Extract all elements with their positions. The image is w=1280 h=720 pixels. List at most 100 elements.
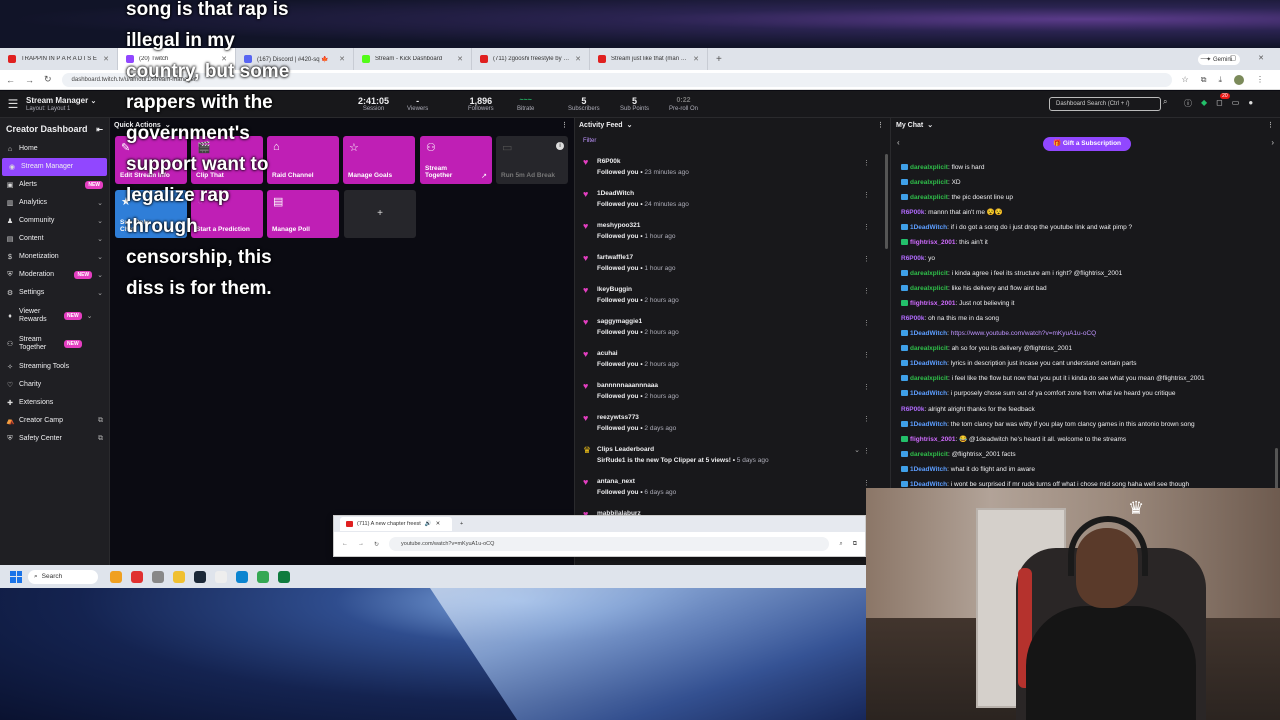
new-tab-button[interactable]: + — [708, 54, 730, 65]
chevron-down-icon[interactable]: ⌄ — [627, 121, 633, 129]
windows-start-icon[interactable] — [10, 570, 22, 583]
chat-username[interactable]: 1DeadWitch — [910, 330, 947, 337]
taskbar-app-icon[interactable] — [152, 570, 164, 583]
sidebar-item-streaming-tools[interactable]: ✧ Streaming Tools — [0, 358, 109, 376]
search-icon[interactable]: ⌕ — [1163, 97, 1175, 111]
browser-tab[interactable]: Stream just like that (man - 100 ✕ — [590, 48, 708, 70]
sidebar-item-viewer-rewards[interactable]: ♦ Viewer Rewards NEW ⌄ — [0, 302, 109, 330]
activity-feed-item[interactable]: ♥ R6P00k Followed you • 23 minutes ago ⋮ — [575, 154, 890, 186]
taskbar-app-icon[interactable] — [236, 570, 248, 583]
item-menu-icon[interactable]: ⋮ — [863, 383, 870, 391]
youtube-tab[interactable]: (711) A new chapter freest 🔊 ✕ — [340, 517, 452, 531]
sidebar-item-analytics[interactable]: ▥ Analytics ⌄ — [0, 194, 109, 212]
chevron-left-icon[interactable]: ‹ — [897, 138, 900, 147]
chat-username[interactable]: 1DeadWitch — [910, 481, 947, 488]
chat-link[interactable]: https://www.youtube.com/watch?v=mKyuA1u-… — [951, 330, 1096, 337]
item-menu-icon[interactable]: ⋮ — [863, 255, 870, 263]
chat-username[interactable]: darealxplicit — [910, 451, 948, 458]
item-menu-icon[interactable]: ⋮ — [863, 351, 870, 359]
new-tab-button[interactable]: + — [460, 521, 463, 527]
sidebar-item-safety-center[interactable]: ⛨ Safety Center ⧉ — [0, 430, 109, 448]
clips-leaderboard-item[interactable]: ♛ Clips Leaderboard SirRude1 is the new To… — [575, 442, 890, 474]
scrollbar[interactable] — [885, 154, 888, 249]
downloads-icon[interactable]: ⤓ — [1218, 75, 1222, 85]
close-icon[interactable]: ✕ — [436, 521, 441, 527]
chat-username[interactable]: 1DeadWitch — [910, 466, 947, 473]
panel-menu-icon[interactable]: ⋮ — [877, 121, 884, 129]
window-controls[interactable]: — ▢ ✕ — [1201, 48, 1274, 70]
taskbar-app-icon[interactable] — [131, 570, 143, 583]
taskbar-app-icon[interactable] — [215, 570, 227, 583]
chat-username[interactable]: 1DeadWitch — [910, 360, 947, 367]
item-menu-icon[interactable]: ⋮ — [863, 415, 870, 423]
extensions-icon[interactable]: ⧉ — [1201, 75, 1207, 85]
item-menu-icon[interactable]: ⋮ — [863, 447, 870, 455]
activity-feed-item[interactable]: ♥ bannnnnaaannnaaa Followed you • 2 hours … — [575, 378, 890, 410]
taskbar-app-icon[interactable] — [278, 570, 290, 583]
add-quick-action-button[interactable]: + — [344, 190, 416, 238]
item-menu-icon[interactable]: ⋮ — [863, 191, 870, 199]
forward-icon[interactable]: → — [25, 75, 34, 85]
close-icon[interactable]: ✕ — [103, 55, 109, 63]
chat-username[interactable]: R6P00k — [901, 406, 925, 413]
stream-manager-switcher[interactable]: Stream Manager ⌄ Layout: Layout 1 — [26, 96, 96, 112]
chevron-down-icon[interactable]: ⌄ — [927, 121, 933, 129]
chat-username[interactable]: R6P00k — [901, 209, 925, 216]
activity-feed-item[interactable]: ♥ antana_next Followed you • 6 days ago ⋮ — [575, 474, 890, 506]
sidebar-item-stream-manager[interactable]: ◉ Stream Manager — [2, 158, 107, 176]
quick-action-manage-goals[interactable]: ☆ Manage Goals — [343, 136, 415, 184]
activity-feed-item[interactable]: ♥ 1DeadWitch Followed you • 24 minutes ago… — [575, 186, 890, 218]
youtube-url-field[interactable]: youtube.com/watch?v=mKyuA1u-oCQ — [389, 537, 830, 551]
taskbar-app-icon[interactable] — [194, 570, 206, 583]
item-menu-icon[interactable]: ⋮ — [863, 287, 870, 295]
back-icon[interactable]: ← — [6, 75, 15, 85]
activity-feed-item[interactable]: ♥ acuhai Followed you • 2 hours ago ⋮ — [575, 346, 890, 378]
chat-username[interactable]: R6P00k — [901, 315, 925, 322]
item-menu-icon[interactable]: ⋮ — [863, 319, 870, 327]
chat-username[interactable]: 1DeadWitch — [910, 224, 947, 231]
panel-menu-icon[interactable]: ⋮ — [1267, 121, 1274, 129]
activity-feed-item[interactable]: ♥ fartwaffle17 Followed you • 1 hour ago ⋮ — [575, 250, 890, 282]
collapse-sidebar-icon[interactable]: ⇤ — [96, 125, 103, 134]
browser-tab[interactable]: TRAPPIN IN P A R A D I S E ✕ — [0, 48, 118, 70]
chat-username[interactable]: flightrisx_2001 — [910, 239, 956, 246]
gift-subscription-button[interactable]: 🎁 Gift a Subscription — [1043, 137, 1131, 151]
gem-icon[interactable]: ◆ — [1201, 98, 1207, 109]
dashboard-search-input[interactable]: Dashboard Search (Ctrl + /) — [1049, 97, 1161, 111]
activity-feed-item[interactable]: ♥ saggymaggie1 Followed you • 2 hours ago ⋮ — [575, 314, 890, 346]
taskbar-app-icon[interactable] — [257, 570, 269, 583]
sidebar-item-settings[interactable]: ⚙ Settings ⌄ — [0, 284, 109, 302]
chat-username[interactable]: darealxplicit — [910, 164, 948, 171]
close-icon[interactable]: ✕ — [339, 55, 345, 63]
panel-menu-icon[interactable]: ⋮ — [561, 121, 568, 129]
sidebar-item-content[interactable]: ▤ Content ⌄ — [0, 230, 109, 248]
user-avatar[interactable]: ● — [1248, 98, 1253, 109]
close-icon[interactable]: ✕ — [575, 55, 581, 63]
chat-username[interactable]: 1DeadWitch — [910, 390, 947, 397]
back-icon[interactable]: ← — [342, 541, 348, 547]
sidebar-item-creator-camp[interactable]: ⛺ Creator Camp ⧉ — [0, 412, 109, 430]
hamburger-menu-icon[interactable]: ☰ — [0, 97, 26, 111]
chat-username[interactable]: flightrisx_2001 — [910, 300, 956, 307]
chat-username[interactable]: R6P00k — [901, 255, 925, 262]
close-icon[interactable]: ✕ — [457, 55, 463, 63]
chat-username[interactable]: darealxplicit — [910, 179, 948, 186]
chevron-right-icon[interactable]: › — [1271, 138, 1274, 147]
browser-tab[interactable]: Stream - Kick Dashboard ✕ — [354, 48, 472, 70]
item-menu-icon[interactable]: ⋮ — [863, 159, 870, 167]
browser-tab[interactable]: (711) 2gooshi freestyle by uss ✕ — [472, 48, 590, 70]
chevron-down-icon[interactable]: ⌄ — [854, 446, 860, 454]
activity-feed-item[interactable]: ♥ lkeyBuggin Followed you • 2 hours ago ⋮ — [575, 282, 890, 314]
chat-username[interactable]: darealxplicit — [910, 270, 948, 277]
taskbar-app-icon[interactable] — [173, 570, 185, 583]
reload-icon[interactable]: ↻ — [44, 74, 52, 85]
activity-feed-item[interactable]: ♥ meshypoo321 Followed you • 1 hour ago ⋮ — [575, 218, 890, 250]
activity-feed-item[interactable]: ♥ reezywtss773 Followed you • 2 days ago ⋮ — [575, 410, 890, 442]
item-menu-icon[interactable]: ⋮ — [863, 223, 870, 231]
reload-icon[interactable]: ↻ — [374, 541, 379, 548]
sidebar-item-stream-together[interactable]: ⚇ Stream Together NEW — [0, 330, 109, 358]
help-icon[interactable]: ⓘ — [1184, 98, 1192, 109]
sidebar-item-alerts[interactable]: ▣ Alerts NEW — [0, 176, 109, 194]
chat-username[interactable]: flightrisx_2001 — [910, 436, 956, 443]
chat-username[interactable]: 1DeadWitch — [910, 421, 947, 428]
